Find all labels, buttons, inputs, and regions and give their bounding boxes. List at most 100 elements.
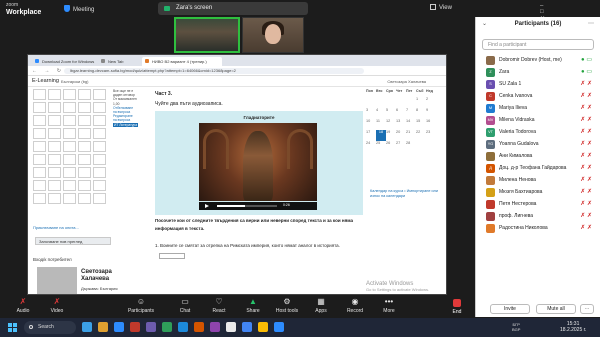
question-cell[interactable] [33,141,46,152]
question-cell[interactable] [93,167,106,178]
participant-row[interactable]: M Mariya Ilieva ✗ ✗ [476,102,600,114]
calendar-day[interactable]: 25 [376,141,386,152]
mic-camera-status-icon[interactable]: ✗ ✗ [580,93,592,100]
question-cell[interactable] [78,102,91,113]
calendar-day[interactable]: 1 [416,97,426,108]
toolbar-item-apps[interactable]: ▦ Apps [304,298,338,315]
video-thumbnail-2[interactable] [242,17,304,53]
question-cell[interactable] [33,193,46,204]
participant-row[interactable]: YG Yoanna Gudalova ✗ ✗ [476,138,600,150]
question-cell[interactable] [33,115,46,126]
question-cell[interactable] [78,180,91,191]
question-cell[interactable] [78,115,91,126]
taskbar-app-icon[interactable] [130,322,140,332]
screen-share-pill[interactable]: Zara's screen [158,2,308,15]
toolbar-item-participants[interactable]: ☺ Participants [124,298,158,315]
toolbar-item-chat[interactable]: ▭ Chat [168,298,202,315]
question-cell[interactable] [78,89,91,100]
question-cell[interactable] [48,115,61,126]
toolbar-item-share[interactable]: ▲ Share [236,298,270,315]
toolbar-item-video[interactable]: ✗ Video [40,298,74,315]
calendar-day[interactable]: 26 [386,141,396,152]
calendar-day[interactable]: 17 [366,130,376,141]
question-cell[interactable] [93,180,106,191]
question-cell[interactable] [78,128,91,139]
mic-camera-status-icon[interactable]: ✗ ✗ [580,153,592,160]
mic-camera-status-icon[interactable]: ✗ ✗ [580,117,592,124]
url-field[interactable]: lbgar.learning-devcam-sofia.bg/mod/quiz/… [64,68,364,74]
browser-tab-2[interactable]: New Tab [98,57,138,66]
mic-camera-status-icon[interactable]: ✗ ✗ [580,165,592,172]
calendar-day[interactable]: 9 [426,108,436,119]
question-cell[interactable] [33,167,46,178]
question-cell[interactable] [63,102,76,113]
question-cell[interactable] [63,141,76,152]
question-cell[interactable] [48,167,61,178]
question-cell[interactable] [93,128,106,139]
taskbar-app-icon[interactable] [82,322,92,332]
mic-camera-status-icon[interactable]: ✗ ✗ [580,129,592,136]
question-cell[interactable] [33,102,46,113]
question-cell[interactable] [93,141,106,152]
mic-camera-status-icon[interactable]: ✗ ✗ [580,177,592,184]
mic-camera-status-icon[interactable]: ✗ ✗ [580,105,592,112]
participant-row[interactable]: C Cenka Ivanova ✗ ✗ [476,90,600,102]
question-cell[interactable] [63,180,76,191]
calendar-day[interactable]: 24 [366,141,376,152]
question-cell[interactable] [48,154,61,165]
mic-camera-status-icon[interactable]: ● ▭ [581,57,592,64]
calendar-day[interactable]: 11 [376,119,386,130]
calendar-day[interactable]: 7 [406,108,416,119]
calendar-day[interactable]: 21 [406,130,416,141]
question-cell[interactable] [78,167,91,178]
mic-camera-status-icon[interactable]: ✗ ✗ [580,81,592,88]
minimize-icon[interactable]: ⌄ [482,17,487,31]
participant-search-input[interactable]: Find a participant [482,39,594,50]
more-options-button[interactable]: ⋯ [580,304,594,314]
calendar-day[interactable]: 5 [386,108,396,119]
toolbar-item-host-tools[interactable]: ⚙ Host tools [270,298,304,315]
taskbar-app-icon[interactable] [274,322,284,332]
audio-player[interactable]: 0:26 [199,202,317,210]
participant-row[interactable]: VT Valeria Todorova ✗ ✗ [476,126,600,138]
calendar-day[interactable]: 22 [416,130,426,141]
mute-all-button[interactable]: Mute all [536,304,576,314]
question-cell[interactable] [33,128,46,139]
question-cell[interactable] [48,193,61,204]
question-cell[interactable] [63,89,76,100]
calendar-day[interactable]: 14 [406,119,416,130]
question-cell[interactable] [63,115,76,126]
participant-row[interactable]: Ани Кималова ✗ ✗ [476,150,600,162]
calendar-day[interactable]: 18 [376,130,386,141]
participant-row[interactable]: Z Zara ● ▭ [476,66,600,78]
calendar-day[interactable]: 10 [366,119,376,130]
toolbar-item-more[interactable]: ••• More [372,298,406,315]
browser-tab-3[interactable]: НИВО В2 вариант 4 (тренир.) [142,57,222,66]
calendar-day[interactable]: 13 [396,119,406,130]
question-cell[interactable] [33,154,46,165]
taskbar-app-icon[interactable] [162,322,172,332]
browser-tab-1[interactable]: Download Zoom for Windows [32,57,96,66]
meeting-info[interactable]: Meeting [64,5,94,13]
site-name[interactable]: E-Learning [32,78,59,84]
calendar-day[interactable]: 3 [366,108,376,119]
calendar-day[interactable]: 23 [426,130,436,141]
play-icon[interactable] [205,204,209,208]
question-cell[interactable] [78,154,91,165]
question-cell[interactable] [93,115,106,126]
calendar-day[interactable]: 16 [426,119,436,130]
calendar-link[interactable]: Календар на курса • Импортиране или изно… [370,189,440,199]
toolbar-item-react[interactable]: ♡ React [202,298,236,315]
calendar-day[interactable]: 6 [396,108,406,119]
calendar-day[interactable]: 19 [386,130,396,141]
taskbar-app-icon[interactable] [114,322,124,332]
mic-camera-status-icon[interactable]: ✗ ✗ [580,213,592,220]
question-cell[interactable] [93,102,106,113]
taskbar-app-icon[interactable] [178,322,188,332]
calendar-day[interactable]: 15 [416,119,426,130]
calendar-day[interactable]: 28 [406,141,416,152]
participant-row[interactable]: Радостина Николова ✗ ✗ [476,222,600,234]
mic-camera-status-icon[interactable]: ✗ ✗ [580,189,592,196]
calendar-day[interactable]: 20 [396,130,406,141]
video-thumbnail-1[interactable] [174,17,240,53]
